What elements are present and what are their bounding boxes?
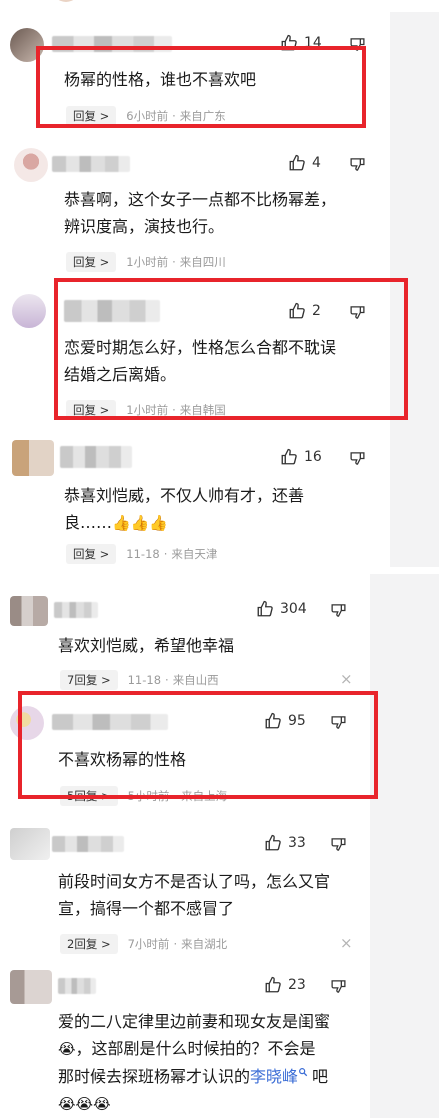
crying-emoji-icon: 😭 xyxy=(93,1095,111,1113)
dislike-button[interactable] xyxy=(330,978,347,995)
location: 来自山西 xyxy=(172,673,219,687)
thumbs-down-icon xyxy=(331,980,346,993)
close-icon[interactable]: × xyxy=(340,670,353,688)
avatar[interactable] xyxy=(12,294,46,328)
dislike-button[interactable] xyxy=(330,836,347,853)
avatar[interactable] xyxy=(14,148,48,182)
thumbs-up-emoji-icon: 👍 xyxy=(149,514,169,532)
close-icon[interactable]: × xyxy=(340,934,353,952)
thumbs-up-icon xyxy=(257,600,273,617)
comment-panel-b: 304 喜欢刘恺威，希望他幸福 7回复 > 11-18 · 来自山西 × 95 … xyxy=(0,580,370,1118)
highlight-box xyxy=(54,278,408,420)
comment-text: 喜欢刘恺威，希望他幸福 xyxy=(58,632,234,659)
like-button[interactable]: 33 xyxy=(264,834,306,852)
comment-line: 那时候去探班杨幂才认识的李晓峰吧 xyxy=(58,1063,358,1090)
avatar[interactable] xyxy=(10,828,50,860)
comment-text: 前段时间女方不是否认了吗，怎么又官 宣，搞得一个都不感冒了 xyxy=(58,868,330,922)
search-icon xyxy=(299,1068,308,1077)
timestamp: 11-18 xyxy=(127,673,162,687)
comment-line: 恭喜啊，这个女子一点都不比杨幂差， xyxy=(64,190,337,209)
comment-line: 😭，这部剧是什么时候拍的？不会是 xyxy=(58,1035,358,1063)
comment-text: 恭喜啊，这个女子一点都不比杨幂差， 辨识度高，演技也行。 xyxy=(64,186,336,240)
like-count: 23 xyxy=(288,977,306,993)
separator: · xyxy=(172,255,176,269)
comment-text: 爱的二八定律里边前妻和现女友是闺蜜 😭，这部剧是什么时候拍的？不会是 那时候去探… xyxy=(58,1008,358,1118)
comment-line-text: 良…… xyxy=(64,513,113,532)
like-button[interactable]: 304 xyxy=(256,600,307,618)
thumbs-up-emoji-icon: 👍 xyxy=(112,514,131,532)
reply-button[interactable]: 回复 > xyxy=(66,544,117,564)
avatar[interactable] xyxy=(10,596,48,626)
location: 来自天津 xyxy=(171,547,218,561)
avatar xyxy=(52,0,80,2)
timestamp: 1小时前 xyxy=(126,255,169,269)
reply-button[interactable]: 回复 > xyxy=(66,252,117,272)
comment-line: 前段时间女方不是否认了吗，怎么又官 xyxy=(58,872,331,891)
avatar[interactable] xyxy=(12,440,54,476)
highlight-box xyxy=(36,46,366,128)
crying-emoji-icon: 😭 xyxy=(75,1095,94,1113)
mention-link[interactable]: 李晓峰 xyxy=(250,1067,298,1086)
timestamp: 11-18 xyxy=(126,547,160,561)
thumbs-down-icon xyxy=(331,604,346,617)
comment-item: 304 喜欢刘恺威，希望他幸福 7回复 > 11-18 · 来自山西 × xyxy=(0,594,370,694)
thumbs-up-icon xyxy=(281,448,297,465)
like-button[interactable]: 16 xyxy=(280,448,322,466)
comment-line-text: 吧 xyxy=(312,1067,329,1086)
username-blurred[interactable] xyxy=(54,602,98,618)
comment-line: 辨识度高，演技也行。 xyxy=(64,217,225,236)
reply-button[interactable]: 7回复 > xyxy=(60,670,118,690)
thumbs-up-emoji-icon: 👍 xyxy=(130,514,150,532)
username-blurred[interactable] xyxy=(60,446,132,468)
location: 来自四川 xyxy=(179,255,226,269)
like-count: 33 xyxy=(288,835,306,851)
timestamp: 7小时前 xyxy=(127,937,170,951)
comment-item: 16 恭喜刘恺威，不仅人帅有才，还善 良……👍👍👍 回复 > 11-18 · 来… xyxy=(0,440,388,565)
comment-meta: 回复 > 11-18 · 来自天津 xyxy=(66,544,217,564)
username-blurred[interactable] xyxy=(52,836,124,852)
location: 来自湖北 xyxy=(181,937,228,951)
comment-text: 恭喜刘恺威，不仅人帅有才，还善 良……👍👍👍 xyxy=(64,482,304,537)
comment-line: 宣，搞得一个都不感冒了 xyxy=(58,899,235,918)
dislike-button[interactable] xyxy=(349,450,366,467)
like-count: 304 xyxy=(280,601,307,617)
thumbs-down-icon xyxy=(331,838,346,851)
crying-emoji-icon: 😭 xyxy=(58,1095,76,1113)
comment-item: 23 爱的二八定律里边前妻和现女友是闺蜜 😭，这部剧是什么时候拍的？不会是 那时… xyxy=(0,970,370,1118)
comment-line: 爱的二八定律里边前妻和现女友是闺蜜 xyxy=(58,1012,331,1031)
comment-item: 33 前段时间女方不是否认了吗，怎么又官 宣，搞得一个都不感冒了 2回复 > 7… xyxy=(0,828,370,958)
like-button[interactable]: 23 xyxy=(264,976,306,994)
like-button[interactable]: 4 xyxy=(288,154,321,172)
reply-button[interactable]: 2回复 > xyxy=(60,934,118,954)
separator: · xyxy=(165,673,169,687)
thumbs-up-icon xyxy=(265,976,281,993)
separator: · xyxy=(173,937,178,951)
like-count: 16 xyxy=(304,449,322,465)
comment-line-text: 那时候去探班杨幂才认识的 xyxy=(58,1067,251,1086)
dislike-button[interactable] xyxy=(330,602,347,619)
comment-meta: 2回复 > 7小时前 · 来自湖北 xyxy=(60,934,227,954)
comment-line: 😭😭😭 xyxy=(58,1090,358,1118)
comment-meta: 7回复 > 11-18 · 来自山西 xyxy=(60,670,219,690)
avatar[interactable] xyxy=(10,970,52,1004)
like-count: 4 xyxy=(312,155,321,171)
separator: · xyxy=(163,547,168,561)
thumbs-down-icon xyxy=(350,158,365,171)
comment-meta: 回复 > 1小时前 · 来自四川 xyxy=(66,252,226,272)
crying-emoji-icon: 😭 xyxy=(58,1040,76,1058)
highlight-box xyxy=(18,691,378,799)
comment-item: 4 恭喜啊，这个女子一点都不比杨幂差， 辨识度高，演技也行。 回复 > 1小时前… xyxy=(0,148,388,278)
username-blurred[interactable] xyxy=(52,156,130,172)
thumbs-up-icon xyxy=(265,834,281,851)
comment-line: 喜欢刘恺威，希望他幸福 xyxy=(58,636,235,655)
thumbs-up-icon xyxy=(289,154,305,171)
side-strip-bottom xyxy=(370,574,439,1118)
thumbs-down-icon xyxy=(350,452,365,465)
dislike-button[interactable] xyxy=(349,156,366,173)
comment-line: 良……👍👍👍 xyxy=(64,509,304,537)
username-blurred[interactable] xyxy=(58,978,96,994)
comment-line-text: ，这部剧是什么时候拍的？不会是 xyxy=(75,1039,316,1058)
comment-line: 恭喜刘恺威，不仅人帅有才，还善 xyxy=(64,486,305,505)
